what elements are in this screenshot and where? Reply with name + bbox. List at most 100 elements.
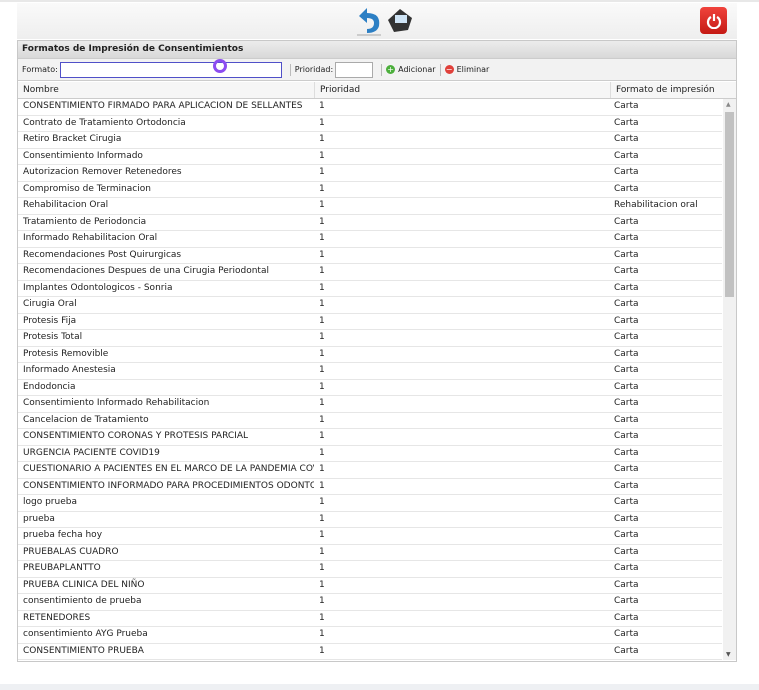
table-row[interactable]: Protesis Total 1 Carta: [18, 330, 722, 347]
cell-formato: Carta: [614, 183, 639, 194]
cell-nombre: Protesis Total: [23, 332, 83, 342]
cell-prioridad: 1: [319, 249, 325, 260]
cell-nombre: logo prueba: [23, 497, 77, 507]
prioridad-input[interactable]: [335, 61, 374, 78]
consent-formats-panel: Formatos de Impresión de Consentimientos…: [17, 40, 737, 662]
cell-formato: Carta: [614, 530, 639, 540]
table-row[interactable]: CONSENTIMIENTO PRUEBA 1 Carta: [18, 644, 722, 660]
cell-formato: Carta: [614, 612, 639, 623]
table-row[interactable]: CUESTIONARIO A PACIENTES EN EL MARCO DE …: [18, 462, 722, 479]
table-row[interactable]: Autorizacion Remover Retenedores 1 Carta: [18, 165, 722, 182]
cell-prioridad: 1: [319, 629, 325, 639]
table-row[interactable]: prueba fecha hoy 1 Carta: [18, 528, 722, 545]
table-row[interactable]: CONSENTIMIENTO FIRMADO PARA APLICACION D…: [18, 99, 722, 116]
table-row[interactable]: consentimiento de prueba 1 Carta: [18, 594, 722, 611]
cell-prioridad: 1: [319, 183, 325, 194]
cell-formato: Carta: [614, 414, 639, 425]
table-row[interactable]: Compromiso de Terminacion 1 Carta: [18, 182, 722, 198]
formats-table: Nombre Prioridad Formato de impresión CO…: [18, 82, 736, 660]
cell-prioridad: 1: [319, 398, 325, 408]
cell-formato: Carta: [614, 629, 639, 639]
scrollbar[interactable]: ▲ ▼: [723, 99, 736, 660]
logout-button[interactable]: [700, 7, 727, 34]
cell-prioridad: 1: [319, 315, 325, 326]
table-row[interactable]: Cancelacion de Tratamiento 1 Carta: [18, 413, 722, 429]
cell-nombre: Consentimiento Informado Rehabilitacion: [23, 398, 210, 408]
cell-formato: Carta: [614, 233, 639, 243]
cell-nombre: prueba fecha hoy: [23, 530, 103, 540]
home-icon[interactable]: [386, 6, 414, 34]
table-row[interactable]: PRUEBA CLINICA DEL NIÑO 1 Carta: [18, 578, 722, 594]
table-row[interactable]: URGENCIA PACIENTE COVID19 1 Carta: [18, 446, 722, 462]
cell-prioridad: 1: [319, 332, 325, 342]
table-row[interactable]: Protesis Removible 1 Carta: [18, 347, 722, 363]
back-arrow-icon[interactable]: [355, 6, 383, 36]
panel-title: Formatos de Impresión de Consentimientos: [18, 41, 736, 59]
cell-nombre: CONSENTIMIENTO PRUEBA: [23, 645, 144, 656]
cell-nombre: PRUEBA CLINICA DEL NIÑO: [23, 579, 145, 590]
add-button[interactable]: + Adicionar: [386, 65, 436, 74]
table-row[interactable]: Recomendaciones Despues de una Cirugia P…: [18, 264, 722, 281]
cell-prioridad: 1: [319, 101, 325, 111]
cell-formato: Carta: [614, 464, 639, 474]
cell-prioridad: 1: [319, 596, 325, 606]
table-row[interactable]: Implantes Odontologicos - Sonria 1 Carta: [18, 281, 722, 297]
table-row[interactable]: PREUBAPLANTTO 1 Carta: [18, 561, 722, 578]
cell-prioridad: 1: [319, 299, 325, 309]
cell-nombre: Rehabilitacion Oral: [23, 200, 109, 210]
table-row[interactable]: Consentimiento Informado Rehabilitacion 1…: [18, 396, 722, 413]
cell-nombre: CUESTIONARIO A PACIENTES EN EL MARCO DE …: [23, 464, 314, 474]
table-row[interactable]: Protesis Fija 1 Carta: [18, 314, 722, 330]
cell-formato: Rehabilitacion oral: [614, 200, 698, 210]
cell-formato: Carta: [614, 480, 639, 491]
table-row[interactable]: Contrato de Tratamiento Ortodoncia 1 Carta: [18, 116, 722, 132]
table-row[interactable]: consentimiento AYG Prueba 1 Carta: [18, 627, 722, 644]
cell-prioridad: 1: [319, 365, 325, 375]
top-border: [0, 0, 759, 2]
scroll-up-icon[interactable]: ▲: [726, 101, 731, 108]
column-header-nombre[interactable]: Nombre: [18, 82, 315, 98]
table-row[interactable]: Retiro Bracket Cirugia 1 Carta: [18, 132, 722, 149]
cell-nombre: PRUEBALAS CUADRO: [23, 546, 119, 557]
table-row[interactable]: Rehabilitacion Oral 1 Rehabilitacion oral: [18, 198, 722, 215]
formato-input[interactable]: [59, 61, 282, 78]
column-header-prioridad[interactable]: Prioridad: [315, 82, 611, 98]
cell-prioridad: 1: [319, 134, 325, 144]
cell-formato: Carta: [614, 117, 639, 128]
table-row[interactable]: logo prueba 1 Carta: [18, 495, 722, 512]
cell-formato: Carta: [614, 579, 639, 590]
table-row[interactable]: Consentimiento Informado 1 Carta: [18, 149, 722, 165]
divider: [381, 63, 383, 76]
prioridad-label: Prioridad:: [294, 65, 334, 74]
column-header-formato[interactable]: Formato de impresión: [611, 82, 736, 98]
pointer-cursor-indicator: [213, 59, 227, 73]
table-row[interactable]: Informado Rehabilitacion Oral 1 Carta: [18, 231, 722, 248]
cell-prioridad: 1: [319, 266, 325, 276]
cell-formato: Carta: [614, 150, 639, 161]
cell-formato: Carta: [614, 398, 639, 408]
cell-formato: Carta: [614, 431, 639, 441]
table-row[interactable]: RETENEDORES 1 Carta: [18, 611, 722, 627]
cell-formato: Carta: [614, 282, 639, 293]
bottom-bar: [0, 684, 759, 690]
cell-prioridad: 1: [319, 612, 325, 623]
scroll-down-icon[interactable]: ▼: [726, 651, 731, 658]
cell-nombre: Recomendaciones Despues de una Cirugia P…: [23, 266, 269, 276]
scrollbar-thumb[interactable]: [725, 112, 734, 297]
cell-formato: Carta: [614, 447, 639, 458]
cell-nombre: Informado Rehabilitacion Oral: [23, 233, 158, 243]
table-row[interactable]: CONSENTIMIENTO INFORMADO PARA PROCEDIMIE…: [18, 479, 722, 495]
table-row[interactable]: Cirugia Oral 1 Carta: [18, 297, 722, 314]
cell-formato: Carta: [614, 348, 639, 359]
table-row[interactable]: Recomendaciones Post Quirurgicas 1 Carta: [18, 248, 722, 264]
cell-prioridad: 1: [319, 563, 325, 573]
table-row[interactable]: Tratamiento de Periodoncia 1 Carta: [18, 215, 722, 231]
cell-formato: Carta: [614, 266, 639, 276]
table-row[interactable]: CONSENTIMIENTO CORONAS Y PROTESIS PARCIA…: [18, 429, 722, 446]
table-row[interactable]: Informado Anestesia 1 Carta: [18, 363, 722, 380]
delete-button[interactable]: − Eliminar: [444, 65, 489, 74]
cell-nombre: Contrato de Tratamiento Ortodoncia: [23, 117, 186, 128]
table-row[interactable]: prueba 1 Carta: [18, 512, 722, 528]
table-row[interactable]: PRUEBALAS CUADRO 1 Carta: [18, 545, 722, 561]
table-row[interactable]: Endodoncia 1 Carta: [18, 380, 722, 396]
